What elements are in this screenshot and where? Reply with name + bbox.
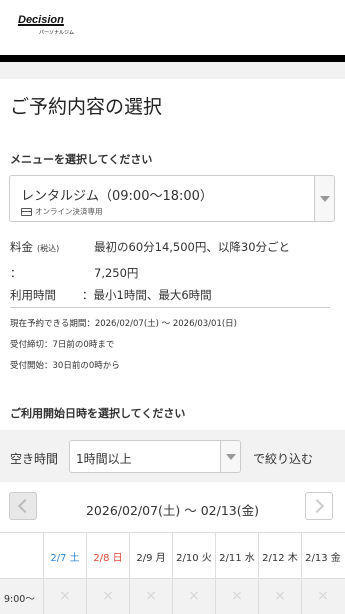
page-title: ご予約内容の選択 (10, 96, 163, 118)
availability-calendar: 2/7 土 2/8 日 2/9 月 2/10 火 2/11 水 2/12 木 2… (0, 532, 345, 614)
divider (10, 307, 330, 308)
day-header: 2/13 金 (302, 533, 344, 578)
unavailable-icon: × (317, 588, 329, 604)
chevron-right-icon (309, 498, 325, 514)
menu-selected-name: レンタルジム（09:00〜18:00） (21, 189, 213, 204)
day-header: 2/10 火 (173, 533, 216, 578)
usage-text: ：最小1時間、最大6時間 (82, 288, 212, 302)
price-text: 最初の60分14,500円、以降30分ごと (94, 240, 291, 254)
availability-filter: 空き時間 1時間以上 で絞り込む (0, 430, 345, 482)
start-note: 受付開始：30日前の0時から (10, 361, 120, 371)
menu-select[interactable]: レンタルジム（09:00〜18:00） オンライン決済専用 (9, 175, 335, 222)
day-label: 2/8 日 (93, 553, 123, 564)
time-label: 9:00〜 (4, 594, 35, 605)
slot-cell-unavailable: × (173, 579, 216, 614)
logo-text: Decision (18, 14, 64, 26)
day-header: 2/8 日 (87, 533, 130, 578)
day-label: 2/12 木 (262, 553, 298, 564)
booking-period-note: 現在予約できる期間：2026/02/07(土) 〜 2026/03/01(日) (10, 319, 237, 329)
slot-cell-unavailable: × (44, 579, 87, 614)
time-cell: 9:00〜 (0, 579, 44, 614)
unavailable-icon: × (59, 588, 71, 604)
slot-cell-unavailable: × (216, 579, 259, 614)
credit-card-icon (21, 207, 32, 216)
header-bar (0, 55, 345, 62)
price-cont: 7,250円 (94, 266, 139, 280)
filter-label: 空き時間 (10, 452, 59, 466)
day-label: 2/13 金 (305, 553, 341, 564)
slot-cell-unavailable: × (87, 579, 130, 614)
day-header: 2/12 木 (259, 533, 302, 578)
unavailable-icon: × (274, 588, 286, 604)
price-label: 料金 (税込) (10, 240, 60, 254)
unavailable-icon: × (231, 588, 243, 604)
unavailable-icon: × (188, 588, 200, 604)
week-navigation: 2026/02/07(土) 〜 02/13(金) (0, 482, 345, 532)
day-label: 2/11 水 (219, 553, 255, 564)
day-label: 2/9 月 (136, 553, 166, 564)
time-slot-row: 9:00〜 × × × × × × × (0, 579, 345, 614)
menu-selected-sub: オンライン決済専用 (21, 206, 103, 217)
day-label: 2/10 火 (176, 553, 212, 564)
brand-logo[interactable]: Decision パーソナルジム (18, 14, 74, 36)
menu-section-label: メニューを選択してください (10, 153, 153, 166)
slot-cell-unavailable: × (259, 579, 302, 614)
date-section-label: ご利用開始日時を選択してください (10, 407, 186, 420)
duration-dropdown-toggle[interactable] (220, 441, 240, 472)
duration-value: 1時間以上 (76, 452, 132, 466)
chevron-down-icon (320, 196, 330, 202)
day-header: 2/11 水 (216, 533, 259, 578)
unavailable-icon: × (145, 588, 157, 604)
site-header: Decision パーソナルジム (0, 0, 345, 55)
filter-suffix: で絞り込む (253, 452, 314, 466)
day-label: 2/7 土 (50, 553, 80, 564)
usage-label: 利用時間 (10, 288, 56, 302)
price-cont-prefix: ： (10, 266, 22, 280)
next-week-button[interactable] (305, 492, 333, 520)
deadline-note: 受付締切：7日前の0時まで (10, 340, 115, 350)
calendar-header-row: 2/7 土 2/8 日 2/9 月 2/10 火 2/11 水 2/12 木 2… (0, 533, 345, 579)
slot-cell-unavailable: × (302, 579, 344, 614)
logo-subtext: パーソナルジム (39, 30, 75, 36)
tax-note: (税込) (37, 244, 60, 253)
slot-cell-unavailable: × (130, 579, 173, 614)
week-range: 2026/02/07(土) 〜 02/13(金) (85, 503, 260, 518)
unavailable-icon: × (102, 588, 114, 604)
day-header: 2/7 土 (44, 533, 87, 578)
corner-cell (0, 533, 44, 578)
day-header: 2/9 月 (130, 533, 173, 578)
duration-select[interactable]: 1時間以上 (69, 440, 241, 473)
menu-dropdown-toggle[interactable] (314, 176, 334, 221)
payment-note: オンライン決済専用 (35, 207, 103, 216)
chevron-down-icon (226, 454, 236, 460)
